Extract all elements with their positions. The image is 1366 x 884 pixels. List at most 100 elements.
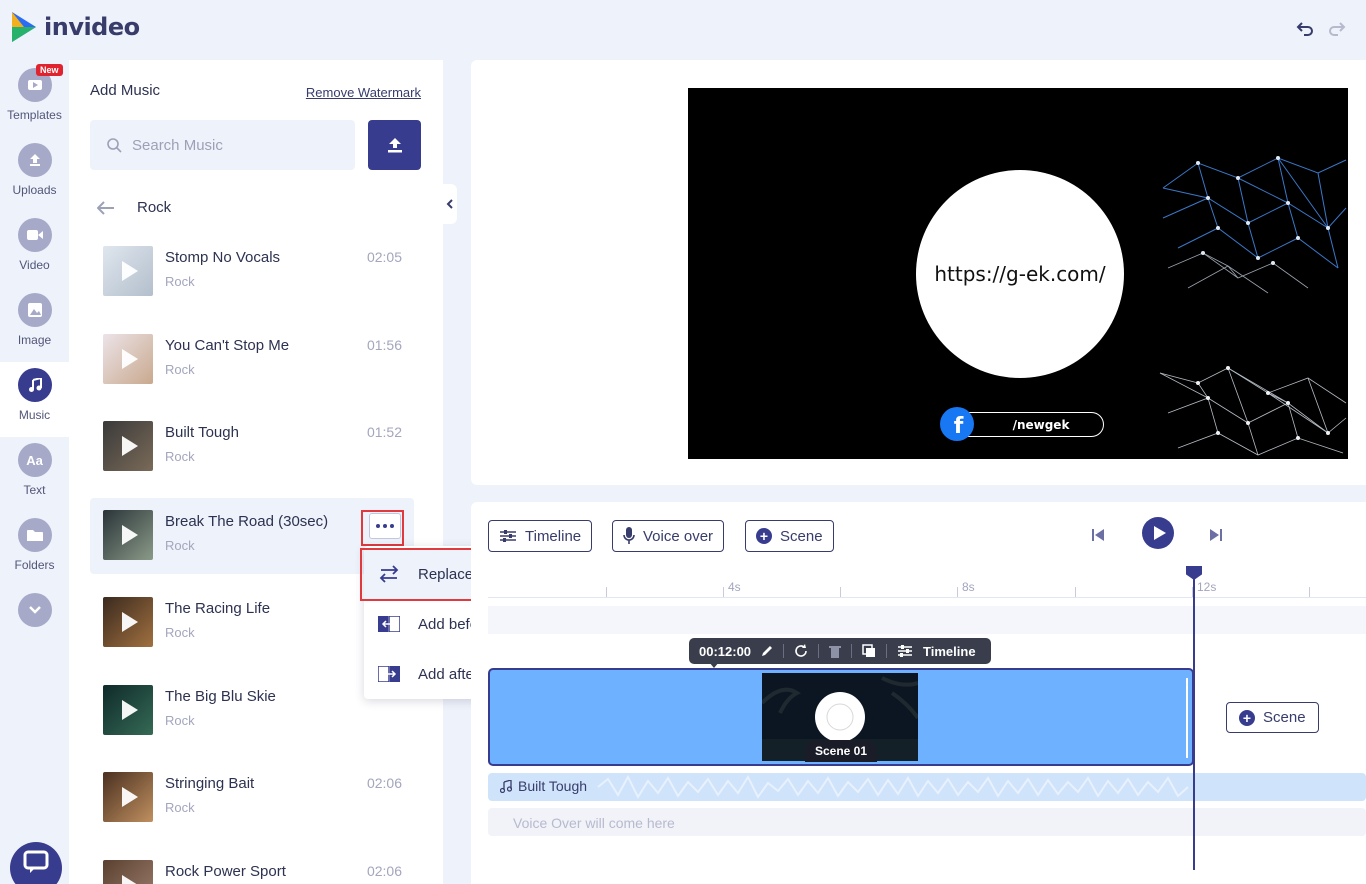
voice-over-track[interactable]: Voice Over will come here bbox=[488, 808, 1366, 836]
sidebar-item-music[interactable]: Music bbox=[0, 362, 69, 437]
sidebar-item-folders[interactable]: Folders bbox=[0, 512, 69, 587]
refresh-icon[interactable] bbox=[794, 644, 808, 658]
skip-forward-button[interactable] bbox=[1209, 528, 1223, 547]
track-thumbnail[interactable] bbox=[103, 597, 153, 647]
upload-music-button[interactable] bbox=[368, 120, 421, 170]
skip-forward-icon bbox=[1210, 529, 1222, 541]
plus-icon: + bbox=[1239, 709, 1255, 726]
track-item[interactable]: Stomp No Vocals Rock 02:05 bbox=[90, 234, 414, 310]
track-name: Built Tough bbox=[165, 424, 239, 441]
sidebar-item-label: Folders bbox=[14, 558, 55, 572]
add-scene-button-label: Scene bbox=[780, 527, 823, 545]
track-name: Break The Road (30sec) bbox=[165, 513, 329, 530]
sidebar-item-label: Video bbox=[19, 258, 50, 272]
track-item[interactable]: Rock Power Sport 02:06 bbox=[90, 848, 414, 884]
sidebar-item-label: Text bbox=[23, 483, 46, 497]
track-thumbnail[interactable] bbox=[103, 334, 153, 384]
play-icon bbox=[122, 875, 138, 884]
track-thumbnail[interactable] bbox=[103, 860, 153, 884]
sliders-icon bbox=[898, 645, 913, 657]
play-icon bbox=[122, 700, 138, 720]
scene-label: Scene 01 bbox=[805, 740, 877, 762]
track-name: Stringing Bait bbox=[165, 775, 255, 792]
track-item[interactable]: You Can't Stop Me Rock 01:56 bbox=[90, 322, 414, 398]
track-item[interactable]: Stringing Bait Rock 02:06 bbox=[90, 760, 414, 836]
sidebar-item-text[interactable]: Aa Text bbox=[0, 437, 69, 512]
category-back[interactable]: Rock bbox=[97, 199, 171, 216]
upload-icon bbox=[17, 143, 52, 177]
track-thumbnail[interactable] bbox=[103, 510, 153, 560]
track-name: Stomp No Vocals bbox=[165, 249, 281, 266]
play-icon bbox=[122, 261, 138, 281]
track-genre: Rock bbox=[165, 449, 195, 464]
sidebar-item-image[interactable]: Image bbox=[0, 287, 69, 362]
panel-title: Add Music bbox=[90, 82, 161, 99]
skip-back-button[interactable] bbox=[1091, 528, 1105, 547]
ruler-label: 8s bbox=[962, 580, 975, 594]
track-name: Rock Power Sport bbox=[165, 863, 286, 880]
timeline-panel: Timeline Voice over + Scene 4s 8s 12s Sc… bbox=[471, 502, 1366, 884]
search-input[interactable] bbox=[132, 136, 332, 154]
track-thumbnail[interactable] bbox=[103, 246, 153, 296]
add-scene-end-label: Scene bbox=[1263, 709, 1306, 726]
sidebar-item-uploads[interactable]: Uploads bbox=[0, 137, 69, 212]
track-genre: Rock bbox=[165, 538, 195, 553]
new-badge: New bbox=[36, 64, 63, 76]
video-canvas[interactable]: https://g-ek.com/ /newgek f bbox=[688, 88, 1348, 459]
music-note-icon bbox=[500, 779, 512, 793]
track-item[interactable]: Built Tough Rock 01:52 bbox=[90, 409, 414, 485]
transition-track bbox=[488, 606, 1366, 634]
redo-button[interactable] bbox=[1326, 18, 1348, 40]
undo-button[interactable] bbox=[1294, 18, 1316, 40]
url-circle: https://g-ek.com/ bbox=[916, 170, 1124, 378]
track-duration: 01:56 bbox=[366, 337, 402, 353]
sliders-icon bbox=[500, 530, 516, 542]
sidebar-more-button[interactable] bbox=[0, 587, 69, 662]
add-scene-end-button[interactable]: + Scene bbox=[1226, 702, 1319, 733]
sidebar-item-label: Templates bbox=[7, 108, 62, 122]
voice-over-button[interactable]: Voice over bbox=[612, 520, 725, 552]
folder-icon bbox=[17, 518, 52, 552]
track-thumbnail[interactable] bbox=[103, 772, 153, 822]
sidebar-item-video[interactable]: Video bbox=[0, 212, 69, 287]
facebook-handle-pill: /newgek bbox=[954, 412, 1104, 437]
clip-duration: 00:12:00 bbox=[699, 643, 752, 659]
clip-resize-handle[interactable] bbox=[1186, 678, 1188, 758]
network-graphic-bottom bbox=[1159, 366, 1347, 456]
music-track-bar[interactable]: Built Tough bbox=[488, 773, 1366, 801]
track-thumbnail[interactable] bbox=[103, 685, 153, 735]
trash-icon[interactable] bbox=[829, 645, 842, 658]
add-scene-button[interactable]: + Scene bbox=[745, 520, 834, 552]
play-icon bbox=[1153, 526, 1166, 540]
toolbar-timeline-label[interactable]: Timeline bbox=[923, 644, 976, 659]
music-panel: Add Music Remove Watermark Rock Stomp No… bbox=[69, 60, 457, 884]
track-duration: 01:52 bbox=[366, 424, 402, 440]
add-after-icon bbox=[378, 666, 400, 682]
ruler-label: 4s bbox=[728, 580, 741, 594]
arrow-left-icon bbox=[97, 200, 114, 215]
playhead[interactable] bbox=[1193, 566, 1195, 870]
remove-watermark-link[interactable]: Remove Watermark bbox=[306, 85, 421, 100]
collapse-panel-button[interactable] bbox=[443, 184, 457, 224]
track-thumbnail[interactable] bbox=[103, 421, 153, 471]
sidebar: Templates Uploads Video Image Music Aa T… bbox=[0, 62, 69, 884]
timeline-button[interactable]: Timeline bbox=[488, 520, 593, 552]
logo-icon bbox=[12, 12, 36, 42]
duplicate-icon[interactable] bbox=[862, 644, 876, 658]
undo-icon bbox=[1296, 22, 1313, 36]
play-button[interactable] bbox=[1142, 517, 1174, 549]
track-name: You Can't Stop Me bbox=[165, 337, 290, 354]
category-name: Rock bbox=[137, 199, 172, 216]
time-ruler[interactable]: 4s 8s 12s bbox=[488, 576, 1366, 598]
redo-icon bbox=[1329, 22, 1346, 36]
microphone-icon bbox=[623, 527, 635, 544]
search-box[interactable] bbox=[90, 120, 355, 170]
play-icon bbox=[122, 612, 138, 632]
pencil-icon[interactable] bbox=[761, 645, 773, 657]
brand-name: invideo bbox=[44, 13, 140, 41]
sidebar-item-label: Image bbox=[17, 333, 52, 347]
track-name: The Big Blu Skie bbox=[165, 688, 276, 705]
clip-toolbar: 00:12:00 Timeline bbox=[689, 638, 991, 664]
timeline-button-label: Timeline bbox=[525, 527, 582, 545]
invideo-logo[interactable]: invideo bbox=[10, 10, 140, 44]
